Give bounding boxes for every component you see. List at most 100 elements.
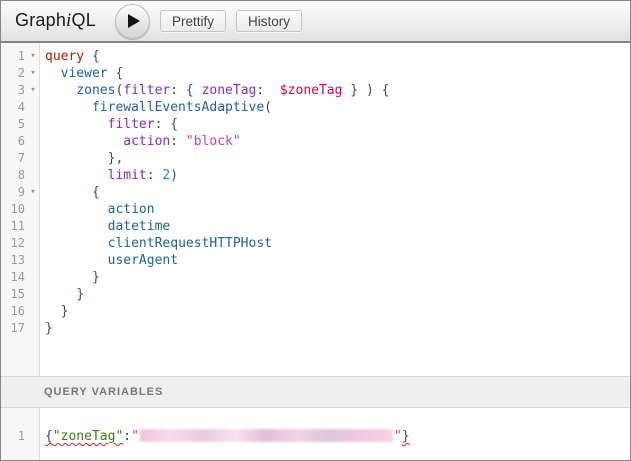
line-number: 1 — [1, 428, 27, 445]
code-token: ( — [264, 100, 272, 115]
code-token: { — [84, 49, 100, 64]
code-token: zoneTag — [202, 83, 257, 98]
code-token — [45, 185, 92, 200]
code-line[interactable]: datetime — [45, 218, 630, 235]
line-number: 10 — [1, 201, 27, 218]
line-number: 8 — [1, 167, 27, 184]
gutter-row: 5▾ — [1, 116, 39, 133]
code-line[interactable]: } — [45, 303, 630, 320]
line-number: 1 — [1, 48, 27, 65]
code-token — [45, 219, 108, 234]
code-line[interactable]: } — [45, 320, 630, 337]
prettify-button[interactable]: Prettify — [160, 10, 226, 32]
play-icon — [128, 14, 140, 28]
query-variables-header[interactable]: QUERY VARIABLES — [1, 376, 630, 408]
code-line[interactable]: { — [45, 184, 630, 201]
code-token: : — [147, 168, 163, 183]
toolbar: GraphiQL Prettify History — [1, 1, 630, 43]
gutter-row: 16▾ — [1, 303, 39, 320]
code-token — [45, 270, 92, 285]
code-token — [45, 202, 108, 217]
code-line[interactable]: action: "block" — [45, 133, 630, 150]
code-line[interactable]: zones(filter: { zoneTag: $zoneTag } ) { — [45, 82, 630, 99]
code-token: action — [108, 202, 155, 217]
code-token: } — [92, 270, 100, 285]
code-token: : — [170, 83, 186, 98]
code-token — [45, 287, 76, 302]
code-token: { — [108, 66, 124, 81]
line-number: 7 — [1, 150, 27, 167]
code-line[interactable]: filter: { — [45, 116, 630, 133]
code-token: } — [45, 321, 53, 336]
variables-code-area[interactable]: {"zoneTag":""} — [40, 408, 630, 460]
gutter-row: 1 ▾ — [1, 428, 39, 445]
code-token: " — [394, 429, 402, 444]
code-line[interactable]: firewallEventsAdaptive( — [45, 99, 630, 116]
code-line[interactable]: viewer { — [45, 65, 630, 82]
code-token: { — [186, 83, 202, 98]
code-line[interactable]: } — [45, 286, 630, 303]
code-token: "zoneTag" — [53, 429, 123, 444]
code-token: zones — [76, 83, 115, 98]
query-editor[interactable]: 1▾2▾3▾4▾5▾6▾7▾8▾9▾10▾11▾12▾13▾14▾15▾16▾1… — [1, 43, 630, 376]
line-number: 4 — [1, 99, 27, 116]
gutter-row: 2▾ — [1, 65, 39, 82]
code-line[interactable]: userAgent — [45, 252, 630, 269]
code-token: filter — [108, 117, 155, 132]
line-number: 6 — [1, 133, 27, 150]
code-line[interactable]: } — [45, 269, 630, 286]
execute-query-button[interactable] — [115, 4, 150, 39]
history-button[interactable]: History — [236, 10, 302, 32]
fold-arrow-icon[interactable]: ▾ — [27, 184, 39, 201]
gutter-row: 12▾ — [1, 235, 39, 252]
line-number: 17 — [1, 320, 27, 337]
gutter-row: 10▾ — [1, 201, 39, 218]
line-number: 2 — [1, 65, 27, 82]
graphiql-app: GraphiQL Prettify History 1▾2▾3▾4▾5▾6▾7▾… — [0, 0, 631, 461]
code-token: : — [123, 429, 131, 444]
code-token: { — [92, 185, 100, 200]
code-token — [45, 168, 108, 183]
gutter-row: 11▾ — [1, 218, 39, 235]
gutter-row: 13▾ — [1, 252, 39, 269]
variables-editor[interactable]: 1 ▾ {"zoneTag":""} — [1, 408, 630, 460]
code-line[interactable]: action — [45, 201, 630, 218]
code-token: : — [256, 83, 279, 98]
code-token: action — [123, 134, 170, 149]
code-token: : — [155, 117, 171, 132]
line-number: 11 — [1, 218, 27, 235]
fold-arrow-icon[interactable]: ▾ — [27, 48, 39, 65]
variables-code-line[interactable]: {"zoneTag":""} — [45, 428, 630, 445]
code-token — [45, 253, 108, 268]
fold-arrow-icon[interactable]: ▾ — [27, 65, 39, 82]
code-line[interactable]: }, — [45, 150, 630, 167]
redacted-value-blur — [140, 429, 393, 442]
code-token: ) — [170, 168, 178, 183]
fold-arrow-icon[interactable]: ▾ — [27, 82, 39, 99]
code-line[interactable]: query { — [45, 48, 630, 65]
code-token — [45, 151, 108, 166]
code-token — [45, 66, 61, 81]
line-number: 15 — [1, 286, 27, 303]
line-number: 14 — [1, 269, 27, 286]
code-token: } — [402, 429, 410, 444]
code-token: limit — [108, 168, 147, 183]
gutter-row: 17▾ — [1, 320, 39, 337]
gutter-row: 1▾ — [1, 48, 39, 65]
code-line[interactable]: clientRequestHTTPHost — [45, 235, 630, 252]
variables-line-number-gutter: 1 ▾ — [1, 408, 40, 460]
code-token: " — [131, 429, 139, 444]
gutter-row: 3▾ — [1, 82, 39, 99]
code-token: : — [170, 134, 186, 149]
code-token: userAgent — [108, 253, 178, 268]
code-token: query — [45, 49, 84, 64]
code-token: "block" — [186, 134, 241, 149]
graphiql-logo: GraphiQL — [15, 10, 96, 32]
query-code-area[interactable]: query { viewer { zones(filter: { zoneTag… — [40, 43, 630, 376]
gutter-row: 15▾ — [1, 286, 39, 303]
line-number: 5 — [1, 116, 27, 133]
code-line[interactable]: limit: 2) — [45, 167, 630, 184]
gutter-row: 14▾ — [1, 269, 39, 286]
query-variables-title: QUERY VARIABLES — [44, 386, 163, 398]
code-token — [45, 83, 76, 98]
